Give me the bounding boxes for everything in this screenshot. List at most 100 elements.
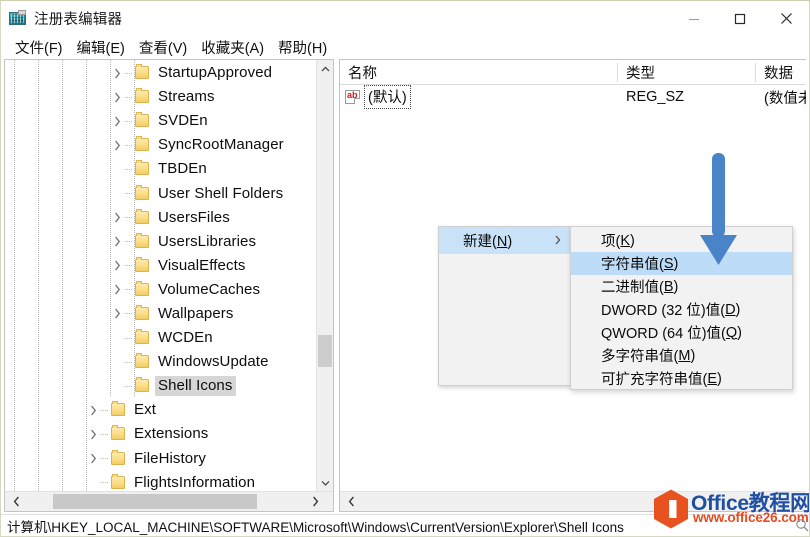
submenu-item-suffix: )	[737, 324, 742, 341]
tree-item-svden[interactable]: SVDEn	[5, 109, 316, 133]
regedit-window: 注册表编辑器 文件(F) 编辑(E) 查看(V) 收藏夹(A) 帮助(H) St…	[0, 0, 810, 537]
tree-item-visualeffects[interactable]: VisualEffects	[5, 254, 316, 278]
column-header-data[interactable]: 数据	[756, 60, 806, 84]
tree-item-label: UsersLibraries	[158, 232, 257, 250]
expand-chevron-icon[interactable]	[110, 61, 125, 85]
close-button[interactable]	[763, 1, 809, 36]
list-scroll-left-button[interactable]	[342, 492, 361, 511]
tree-item-wcden[interactable]: WCDEn	[5, 326, 316, 350]
scroll-down-button[interactable]	[317, 474, 333, 491]
value-name: (默认)	[364, 85, 411, 109]
column-header-type[interactable]: 类型	[618, 60, 756, 84]
context-submenu-item[interactable]: 多字符串值(M)	[571, 344, 792, 367]
context-submenu-new: 项(K) 字符串值(S) 二进制值(B) DWORD (32 位)值(D) QWORD …	[570, 226, 793, 390]
submenu-item-label: 多字符串值(	[601, 349, 679, 365]
tree-item-userslibraries[interactable]: UsersLibraries	[5, 230, 316, 254]
tree-item-label: SVDEn	[158, 112, 208, 130]
window-controls	[671, 1, 809, 36]
window-title: 注册表编辑器	[34, 12, 123, 28]
submenu-item-suffix: )	[673, 278, 679, 295]
expand-chevron-icon[interactable]	[110, 85, 125, 109]
tree-item-user-shell-folders[interactable]: User Shell Folders	[5, 181, 316, 205]
folder-icon	[133, 350, 152, 374]
tree-item-volumecaches[interactable]: VolumeCaches	[5, 278, 316, 302]
scroll-right-button[interactable]	[306, 492, 325, 511]
tree-item-flightsinformation[interactable]: FlightsInformation	[5, 471, 316, 491]
tree-item-tbden[interactable]: TBDEn	[5, 157, 316, 181]
menu-edit[interactable]: 编辑(E)	[70, 36, 132, 60]
tree-item-filehistory[interactable]: FileHistory	[5, 447, 316, 471]
folder-icon	[133, 254, 152, 278]
hscroll-thumb[interactable]	[53, 494, 257, 509]
tree-item-label: VisualEffects	[158, 256, 246, 274]
scroll-up-button[interactable]	[317, 60, 333, 77]
expand-chevron-icon[interactable]	[110, 109, 125, 133]
expand-chevron-icon[interactable]	[86, 422, 101, 446]
context-submenu-item[interactable]: 二进制值(B)	[571, 275, 792, 298]
tree-viewport[interactable]: StartupApproved Streams SVDEn SyncRootManag…	[5, 60, 316, 491]
tree-connector	[125, 120, 133, 122]
tree-horizontal-scrollbar[interactable]	[5, 491, 333, 511]
tree-item-streams[interactable]: Streams	[5, 85, 316, 109]
tree-vertical-scrollbar[interactable]	[316, 60, 333, 491]
expand-chevron-icon[interactable]	[86, 398, 101, 422]
tree-item-label: WCDEn	[158, 329, 213, 347]
tree-list: StartupApproved Streams SVDEn SyncRootManag…	[5, 61, 316, 491]
submenu-item-accesskey: K	[620, 232, 631, 249]
minimize-button[interactable]	[671, 1, 717, 36]
tree-item-shell-icons[interactable]: Shell Icons	[5, 374, 316, 398]
tree-item-ext[interactable]: Ext	[5, 398, 316, 422]
tree-item-label: Wallpapers	[158, 304, 234, 322]
submenu-item-accesskey: B	[663, 278, 674, 295]
value-type: REG_SZ	[626, 89, 685, 105]
folder-icon	[133, 133, 152, 157]
expand-chevron-icon[interactable]	[110, 133, 125, 157]
tree-item-label: TBDEn	[158, 160, 207, 178]
submenu-item-label: 二进制值(	[601, 280, 664, 296]
scroll-thumb[interactable]	[318, 335, 332, 367]
column-header-name[interactable]: 名称	[340, 60, 618, 84]
maximize-icon	[734, 13, 746, 24]
expand-chevron-icon[interactable]	[110, 302, 125, 326]
menu-favorites[interactable]: 收藏夹(A)	[194, 36, 271, 60]
list-horizontal-scrollbar[interactable]	[340, 491, 806, 511]
tree-connector	[125, 337, 133, 339]
maximize-button[interactable]	[717, 1, 763, 36]
context-submenu-item[interactable]: QWORD (64 位)值(Q)	[571, 321, 792, 344]
table-row[interactable]: (默认) REG_SZ (数值未	[340, 85, 806, 109]
expand-chevron-icon[interactable]	[86, 447, 101, 471]
tree-connector	[125, 217, 133, 219]
submenu-item-accesskey: Q	[725, 324, 738, 341]
tree-item-label: StartupApproved	[158, 64, 273, 82]
expand-chevron-icon[interactable]	[110, 230, 125, 254]
tree-item-wallpapers[interactable]: Wallpapers	[5, 302, 316, 326]
context-submenu-item[interactable]: 可扩充字符串值(E)	[571, 367, 792, 390]
expand-chevron-icon[interactable]	[110, 206, 125, 230]
scroll-left-button[interactable]	[7, 492, 26, 511]
context-menu-item-new[interactable]: 新建(N)	[439, 227, 570, 254]
expand-chevron-icon[interactable]	[110, 254, 125, 278]
chevron-left-icon	[348, 496, 354, 507]
context-submenu-item[interactable]: DWORD (32 位)值(D)	[571, 298, 792, 321]
tree-connector	[125, 193, 133, 195]
context-submenu-item[interactable]: 项(K)	[571, 229, 792, 252]
menu-file[interactable]: 文件(F)	[8, 36, 70, 60]
menu-view[interactable]: 查看(V)	[132, 36, 194, 60]
context-submenu-item[interactable]: 字符串值(S)	[571, 252, 792, 275]
menu-help[interactable]: 帮助(H)	[271, 36, 334, 60]
tree-item-startupapproved[interactable]: StartupApproved	[5, 61, 316, 85]
tree-leaf-spacer	[110, 326, 125, 350]
tree-item-windowsupdate[interactable]: WindowsUpdate	[5, 350, 316, 374]
tree-item-label: Extensions	[134, 425, 209, 443]
tree-item-syncrootmanager[interactable]: SyncRootManager	[5, 133, 316, 157]
tree-item-usersfiles[interactable]: UsersFiles	[5, 206, 316, 230]
expand-chevron-icon[interactable]	[110, 278, 125, 302]
tree-item-extensions[interactable]: Extensions	[5, 422, 316, 446]
status-bar: 计算机\HKEY_LOCAL_MACHINE\SOFTWARE\Microsof…	[1, 514, 809, 536]
list-body: (默认) REG_SZ (数值未	[340, 85, 806, 109]
tree-connector	[125, 144, 133, 146]
tree-connector	[101, 482, 109, 484]
